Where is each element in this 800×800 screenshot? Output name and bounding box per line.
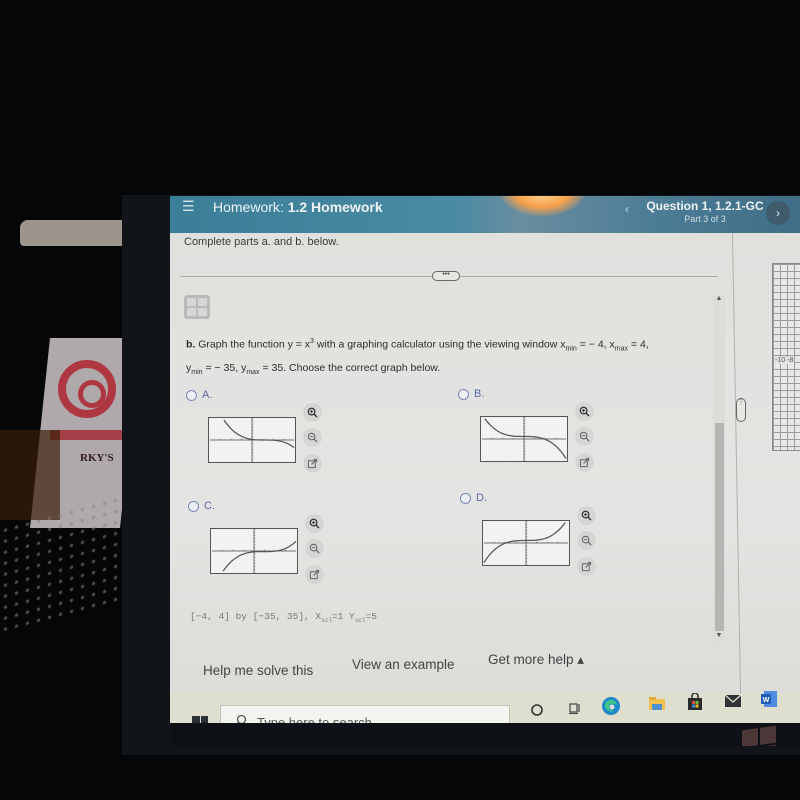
cubic-graph (211, 529, 297, 573)
option-radio-row[interactable]: D. (460, 492, 487, 504)
zoom-in-button[interactable] (306, 515, 323, 532)
option-radio-row[interactable]: C. (188, 500, 215, 512)
tools-grid-icon[interactable] (184, 295, 210, 319)
file-explorer-icon[interactable] (645, 692, 669, 716)
photo-scene: RKY'S ☰ Homework: 1.2 Homework ‹ Questio… (0, 0, 800, 800)
option-label[interactable]: C. (204, 500, 215, 512)
store-icon[interactable] (683, 690, 707, 714)
view-an-example-button[interactable]: View an example (352, 657, 455, 672)
zoom-out-button[interactable] (306, 540, 323, 557)
viewing-window-note: [−4, 4] by [−35, 35], Xscl=1 Yscl=5 (190, 611, 377, 624)
edge-icon[interactable] (599, 694, 623, 718)
open-new-window-button[interactable] (304, 455, 321, 472)
zoom-out-button[interactable] (578, 532, 595, 549)
scrollbar[interactable]: ▲ ▼ (713, 295, 725, 642)
option-graph (208, 417, 296, 463)
background-object (0, 430, 60, 520)
zoom-out-icon (579, 431, 590, 442)
previous-question-button[interactable]: ‹ (625, 202, 629, 216)
function-curve (483, 522, 566, 563)
radio-button[interactable] (460, 492, 471, 504)
zoom-out-icon (307, 432, 318, 443)
cubic-graph (483, 521, 569, 565)
option-graph (210, 528, 298, 574)
option-label[interactable]: D. (476, 492, 487, 504)
scroll-up-arrow-icon[interactable]: ▲ (713, 295, 725, 305)
option-b[interactable]: B. (458, 388, 608, 493)
option-a[interactable]: A. (186, 389, 336, 494)
mail-icon[interactable] (721, 689, 745, 713)
option-radio-row[interactable]: B. (458, 388, 484, 400)
function-curve (222, 540, 297, 572)
zoom-out-button[interactable] (576, 428, 593, 445)
question-text: b. Graph the function y = x3 with a grap… (186, 338, 649, 376)
open-new-window-icon (579, 457, 590, 468)
zoom-in-button[interactable] (304, 404, 321, 421)
option-c[interactable]: C. (188, 500, 338, 605)
screen: ☰ Homework: 1.2 Homework ‹ Question 1, 1… (170, 196, 800, 746)
homework-title: Homework: 1.2 Homework (213, 199, 383, 215)
function-curve (223, 419, 295, 449)
zoom-out-button[interactable] (304, 429, 321, 446)
word-icon[interactable]: W (757, 687, 781, 711)
zoom-in-icon (307, 407, 318, 418)
question-title: Question 1, 1.2.1-GC (646, 199, 764, 213)
radio-button[interactable] (458, 388, 469, 400)
monitor-bottom-bezel (170, 723, 800, 746)
question-part: Part 3 of 3 (684, 214, 726, 224)
cortana-icon[interactable] (525, 698, 549, 722)
open-new-window-icon (307, 458, 318, 469)
open-new-window-icon (309, 569, 320, 580)
next-question-button[interactable]: › (766, 201, 790, 225)
cubic-graph (209, 418, 295, 462)
zoom-in-icon (581, 510, 592, 521)
homework-header: ☰ Homework: 1.2 Homework ‹ Question 1, 1… (170, 196, 800, 233)
windows-bezel-logo-icon (742, 725, 776, 746)
option-d[interactable]: D. (460, 492, 610, 597)
panel-divider (732, 232, 742, 693)
panel-resize-handle[interactable]: ⋮ (736, 398, 746, 422)
expand-handle[interactable]: ••• (432, 271, 460, 281)
glare (500, 196, 585, 216)
hamburger-menu-icon[interactable]: ☰ (182, 199, 195, 213)
option-graph (480, 416, 568, 462)
radio-button[interactable] (186, 389, 197, 401)
scroll-thumb[interactable] (715, 423, 724, 631)
get-more-help-button[interactable]: Get more help ▴ (488, 652, 584, 668)
open-new-window-button[interactable] (578, 558, 595, 575)
option-label[interactable]: A. (202, 389, 212, 401)
zoom-in-button[interactable] (578, 507, 595, 524)
zoom-in-icon (309, 518, 320, 529)
open-new-window-icon (581, 561, 592, 572)
open-new-window-button[interactable] (306, 566, 323, 583)
zoom-out-icon (309, 543, 320, 554)
task-view-icon[interactable] (563, 696, 587, 720)
zoom-in-button[interactable] (576, 403, 593, 420)
function-curve (484, 418, 567, 459)
grid-axis-label: -10 -8 (774, 357, 795, 364)
question-content: Complete parts a. and b. below. ••• ⋮ -1… (170, 232, 800, 693)
option-label[interactable]: B. (474, 388, 484, 400)
zoom-out-icon (581, 535, 592, 546)
option-radio-row[interactable]: A. (186, 389, 212, 401)
zoom-in-icon (579, 406, 590, 417)
open-new-window-button[interactable] (576, 454, 593, 471)
option-graph (482, 520, 570, 566)
scroll-down-arrow-icon[interactable]: ▼ (713, 632, 725, 642)
help-bar: Help me solve this View an example Get m… (170, 645, 730, 693)
svg-text:W: W (763, 697, 770, 704)
cubic-graph (481, 417, 567, 461)
instructions-text: Complete parts a. and b. below. (184, 236, 339, 248)
radio-button[interactable] (188, 500, 199, 512)
help-me-solve-this-button[interactable]: Help me solve this (203, 663, 313, 678)
